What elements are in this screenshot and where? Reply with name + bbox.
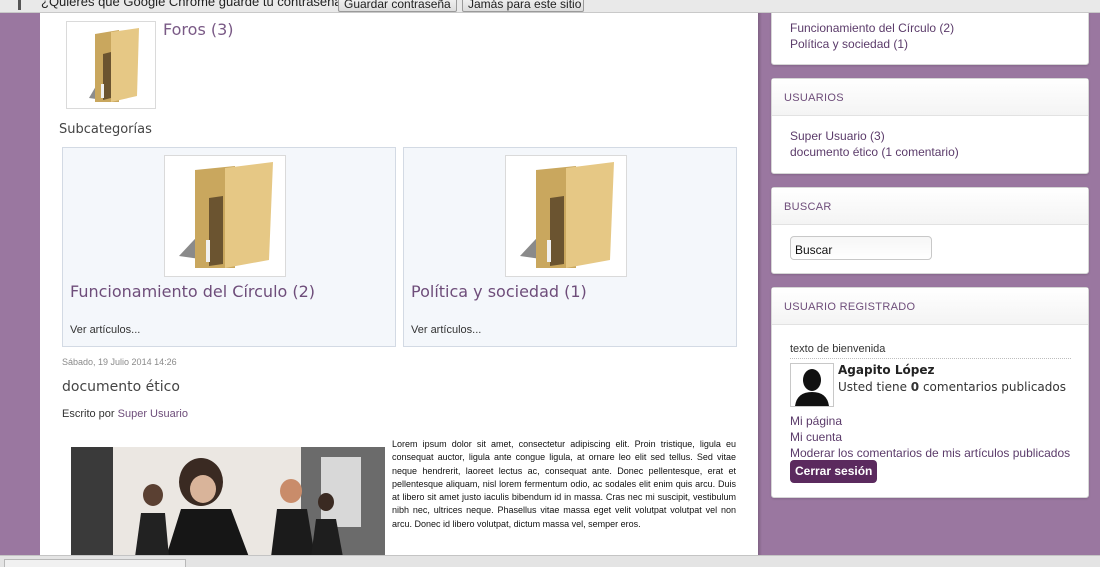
password-infobar: ¿Quieres que Google Chrome guarde tu con… (0, 0, 1100, 13)
never-save-button[interactable]: Jamás para este sitio (462, 0, 584, 12)
registered-user-panel-title: USUARIO REGISTRADO (772, 288, 1088, 325)
folder-icon (520, 162, 614, 268)
search-panel: BUSCAR (771, 187, 1089, 274)
forums-title[interactable]: Foros (3) (163, 20, 234, 39)
subcategory-more-link[interactable]: Ver artículos... (411, 324, 481, 336)
welcome-text: texto de bienvenida (790, 343, 1071, 359)
save-password-button[interactable]: Guardar contraseña (338, 0, 457, 12)
my-account-link[interactable]: Mi cuenta (790, 429, 1070, 445)
user-link[interactable]: Super Usuario (3) (790, 128, 959, 144)
comment-count-prefix: Usted tiene (838, 380, 911, 394)
user-name: Agapito López (838, 363, 935, 377)
article-byline: Escrito por Super Usuario (62, 408, 188, 420)
registered-user-panel: USUARIO REGISTRADO texto de bienvenida A… (771, 287, 1089, 498)
avatar (790, 363, 834, 407)
subcategory-folder-thumb[interactable] (505, 155, 627, 277)
author-link[interactable]: Super Usuario (118, 408, 188, 420)
avatar-silhouette-icon (795, 369, 829, 406)
my-page-link[interactable]: Mi página (790, 413, 1070, 429)
comment-count: Usted tiene 0 comentarios publicados (838, 380, 1066, 394)
logout-button[interactable]: Cerrar sesión (790, 460, 878, 483)
category-link[interactable]: Política y sociedad (1) (790, 36, 954, 52)
forums-folder-thumb[interactable] (66, 21, 156, 109)
byline-prefix: Escrito por (62, 408, 115, 420)
article-body: Lorem ipsum dolor sit amet, consectetur … (392, 439, 736, 529)
comment-count-value: 0 (910, 380, 920, 394)
comment-count-suffix: comentarios publicados (919, 380, 1066, 394)
users-panel: USUARIOS Super Usuario (3) documento éti… (771, 78, 1089, 174)
folder-icon (89, 28, 139, 102)
browser-bottom-bar (0, 555, 1100, 567)
subcategory-name[interactable]: Política y sociedad (1) (411, 282, 587, 301)
article-photo (71, 447, 385, 555)
key-icon (18, 0, 21, 10)
subcategory-more-link[interactable]: Ver artículos... (70, 324, 140, 336)
user-link[interactable]: documento ético (1 comentario) (790, 144, 959, 160)
content-shadow (758, 13, 762, 555)
article-date: Sábado, 19 Julio 2014 14:26 (62, 357, 177, 367)
category-link[interactable]: Funcionamiento del Círculo (2) (790, 20, 954, 36)
subcategories-heading: Subcategorías (59, 122, 152, 137)
subcategory-card: Política y sociedad (1) Ver artículos... (403, 147, 737, 347)
folder-icon (179, 162, 273, 268)
password-question: ¿Quieres que Google Chrome guarde tu con… (41, 0, 349, 9)
download-tab[interactable] (4, 559, 186, 567)
search-input[interactable] (790, 236, 932, 260)
users-panel-title: USUARIOS (772, 79, 1088, 116)
subcategory-name[interactable]: Funcionamiento del Círculo (2) (70, 282, 315, 301)
article-title[interactable]: documento ético (62, 379, 180, 395)
search-panel-title: BUSCAR (772, 188, 1088, 225)
main-content: Foros (3) Subcategorías Funcionamiento d… (40, 13, 758, 555)
subcategory-folder-thumb[interactable] (164, 155, 286, 277)
subcategory-card: Funcionamiento del Círculo (2) Ver artíc… (62, 147, 396, 347)
moderate-comments-link[interactable]: Moderar los comentarios de mis artículos… (790, 445, 1070, 461)
